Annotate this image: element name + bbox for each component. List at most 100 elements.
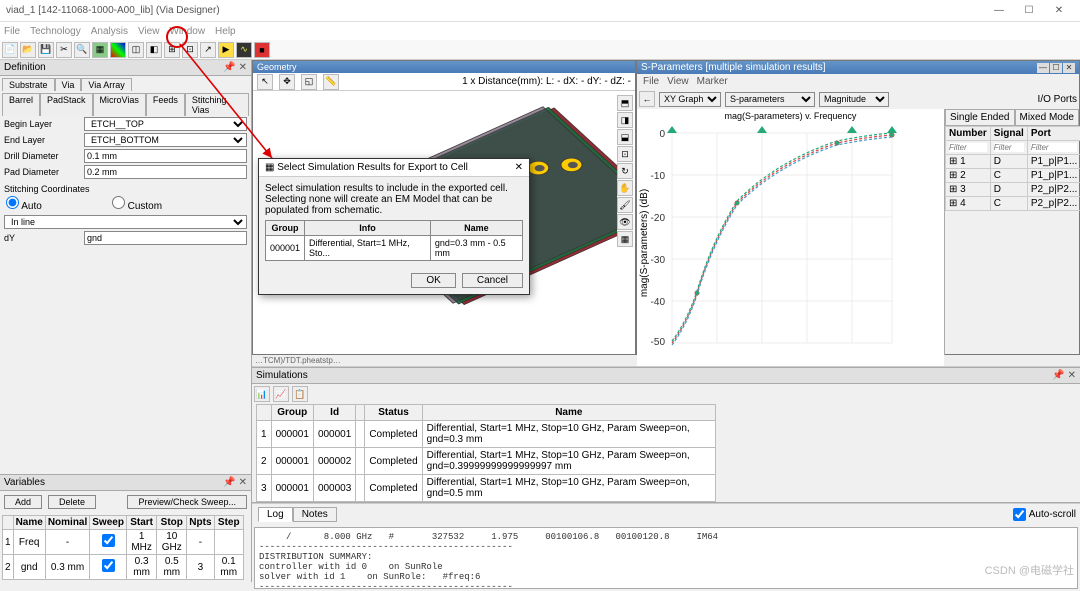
inline-select[interactable]: In line: [4, 215, 247, 229]
end-layer-select[interactable]: ETCH_BOTTOM: [84, 133, 247, 147]
tab-single-ended[interactable]: Single Ended: [945, 109, 1015, 126]
delete-button[interactable]: Delete: [48, 495, 96, 509]
save-icon[interactable]: 💾: [38, 42, 54, 58]
minimize-button[interactable]: —: [984, 5, 1014, 16]
open-icon[interactable]: 📂: [20, 42, 36, 58]
tab-mixed-mode[interactable]: Mixed Mode: [1015, 109, 1079, 126]
move-icon[interactable]: ✥: [279, 74, 295, 90]
menu-view[interactable]: View: [138, 26, 160, 37]
chart-area[interactable]: mag(S-parameters) v. Frequency 0-10-20-3…: [637, 109, 944, 366]
autoscroll-check[interactable]: Auto-scroll: [1013, 505, 1076, 524]
tab-substrate[interactable]: Substrate: [2, 78, 55, 91]
filter-port[interactable]: [1031, 143, 1078, 152]
tab-log[interactable]: Log: [258, 507, 293, 522]
sim-tb3-icon[interactable]: 📋: [292, 386, 308, 402]
filter-number[interactable]: [949, 143, 987, 152]
preview-button[interactable]: Preview/Check Sweep...: [127, 495, 247, 509]
ok-button[interactable]: OK: [411, 273, 455, 288]
brush-icon[interactable]: 🖌: [617, 197, 633, 213]
table-row[interactable]: ⊞ 1DP1_p|P1...: [946, 155, 1080, 169]
table-row[interactable]: ⊞ 3DP2_p|P2...: [946, 183, 1080, 197]
tool4-icon[interactable]: ⊡: [182, 42, 198, 58]
menu-help[interactable]: Help: [215, 26, 236, 37]
select-icon[interactable]: ↖: [257, 74, 273, 90]
graph-type-select[interactable]: XY Graph: [659, 92, 721, 107]
sp-menu-file[interactable]: File: [643, 76, 659, 87]
export-icon[interactable]: ↗: [200, 42, 216, 58]
new-icon[interactable]: 📄: [2, 42, 18, 58]
table-row[interactable]: ⊞ 2CP1_p|P1...: [946, 169, 1080, 183]
tab-via-array[interactable]: Via Array: [81, 78, 131, 91]
drill-input[interactable]: [84, 149, 247, 163]
cancel-button[interactable]: Cancel: [462, 273, 523, 288]
search-icon[interactable]: 🔍: [74, 42, 90, 58]
tab-barrel[interactable]: Barrel: [2, 93, 40, 116]
tab-microvias[interactable]: MicroVias: [93, 93, 146, 116]
tool1-icon[interactable]: ◫: [128, 42, 144, 58]
sweep-check[interactable]: [102, 559, 115, 572]
sims-pin-icon[interactable]: 📌 ✕: [1052, 370, 1076, 381]
sp-close-icon[interactable]: ✕: [1063, 63, 1075, 73]
menu-analysis[interactable]: Analysis: [91, 26, 128, 37]
cut-icon[interactable]: ✂: [56, 42, 72, 58]
filter-signal[interactable]: [994, 143, 1024, 152]
sp-max-icon[interactable]: ☐: [1050, 63, 1062, 73]
begin-layer-select[interactable]: ETCH__TOP: [84, 117, 247, 131]
tab-padstack[interactable]: PadStack: [40, 93, 93, 116]
table-row[interactable]: 2gnd0.3 mm0.3 mm0.5 mm30.1 mm: [3, 555, 244, 580]
pan-icon[interactable]: ✋: [617, 180, 633, 196]
tab-stitching[interactable]: Stitching Vias: [185, 93, 249, 116]
definition-title: Definition📌 ✕: [0, 60, 251, 76]
rotate-icon[interactable]: ↻: [617, 163, 633, 179]
menu-technology[interactable]: Technology: [30, 26, 81, 37]
color-icon[interactable]: [110, 42, 126, 58]
view-3d-icon[interactable]: ◨: [617, 112, 633, 128]
magnitude-select[interactable]: Magnitude: [819, 92, 889, 107]
view-top-icon[interactable]: ⬒: [617, 95, 633, 111]
parameters-select[interactable]: S-parameters: [725, 92, 815, 107]
table-row[interactable]: 1000001000001CompletedDifferential, Star…: [257, 421, 716, 448]
df-input[interactable]: [84, 231, 247, 245]
definition-pin-icon[interactable]: 📌 ✕: [223, 62, 247, 73]
pad-input[interactable]: [84, 165, 247, 179]
tool2-icon[interactable]: ◧: [146, 42, 162, 58]
stop-icon[interactable]: ■: [254, 42, 270, 58]
table-row[interactable]: 2000001000002CompletedDifferential, Star…: [257, 448, 716, 475]
radio-custom[interactable]: Custom: [112, 196, 162, 212]
log-content[interactable]: / 8.000 GHz # 327532 1.975 00100106.8 00…: [254, 527, 1078, 589]
log-panel: Log Notes Auto-scroll / 8.000 GHz # 3275…: [252, 502, 1080, 591]
sp-min-icon[interactable]: —: [1037, 63, 1049, 73]
back-icon[interactable]: ←: [639, 91, 655, 107]
vars-pin-icon[interactable]: 📌 ✕: [223, 477, 247, 488]
table-row[interactable]: 000001Differential, Start=1 MHz, Sto...g…: [266, 236, 523, 261]
sim-tb1-icon[interactable]: 📊: [254, 386, 270, 402]
measure-icon[interactable]: 📏: [323, 74, 339, 90]
grid-icon[interactable]: ▦: [617, 231, 633, 247]
view-side-icon[interactable]: ⬓: [617, 129, 633, 145]
simulations-table: GroupIdStatusName 1000001000001Completed…: [256, 404, 716, 502]
tab-feeds[interactable]: Feeds: [146, 93, 185, 116]
sweep-check[interactable]: [102, 534, 115, 547]
fit-icon[interactable]: ⊡: [617, 146, 633, 162]
sim-tb2-icon[interactable]: 📈: [273, 386, 289, 402]
table-row[interactable]: ⊞ 4CP2_p|P2...: [946, 197, 1080, 211]
sim-icon[interactable]: ∿: [236, 42, 252, 58]
add-button[interactable]: Add: [4, 495, 42, 509]
tool3-icon[interactable]: ⊞: [164, 42, 180, 58]
menu-file[interactable]: File: [4, 26, 20, 37]
menu-window[interactable]: Window: [169, 26, 205, 37]
zoom-icon[interactable]: ◱: [301, 74, 317, 90]
sp-menu-marker[interactable]: Marker: [697, 76, 728, 87]
layers-icon[interactable]: ▦: [92, 42, 108, 58]
dialog-close-icon[interactable]: ✕: [515, 162, 523, 173]
close-button[interactable]: ✕: [1044, 5, 1074, 16]
sp-menu-view[interactable]: View: [667, 76, 689, 87]
table-row[interactable]: 3000001000003CompletedDifferential, Star…: [257, 475, 716, 502]
tab-notes[interactable]: Notes: [293, 507, 337, 522]
eye-icon[interactable]: 👁: [617, 214, 633, 230]
maximize-button[interactable]: ☐: [1014, 5, 1044, 16]
radio-auto[interactable]: Auto: [6, 196, 42, 212]
table-row[interactable]: 1Freq-1 MHz10 GHz-: [3, 530, 244, 555]
tab-via[interactable]: Via: [55, 78, 82, 91]
run-icon[interactable]: ▶: [218, 42, 234, 58]
